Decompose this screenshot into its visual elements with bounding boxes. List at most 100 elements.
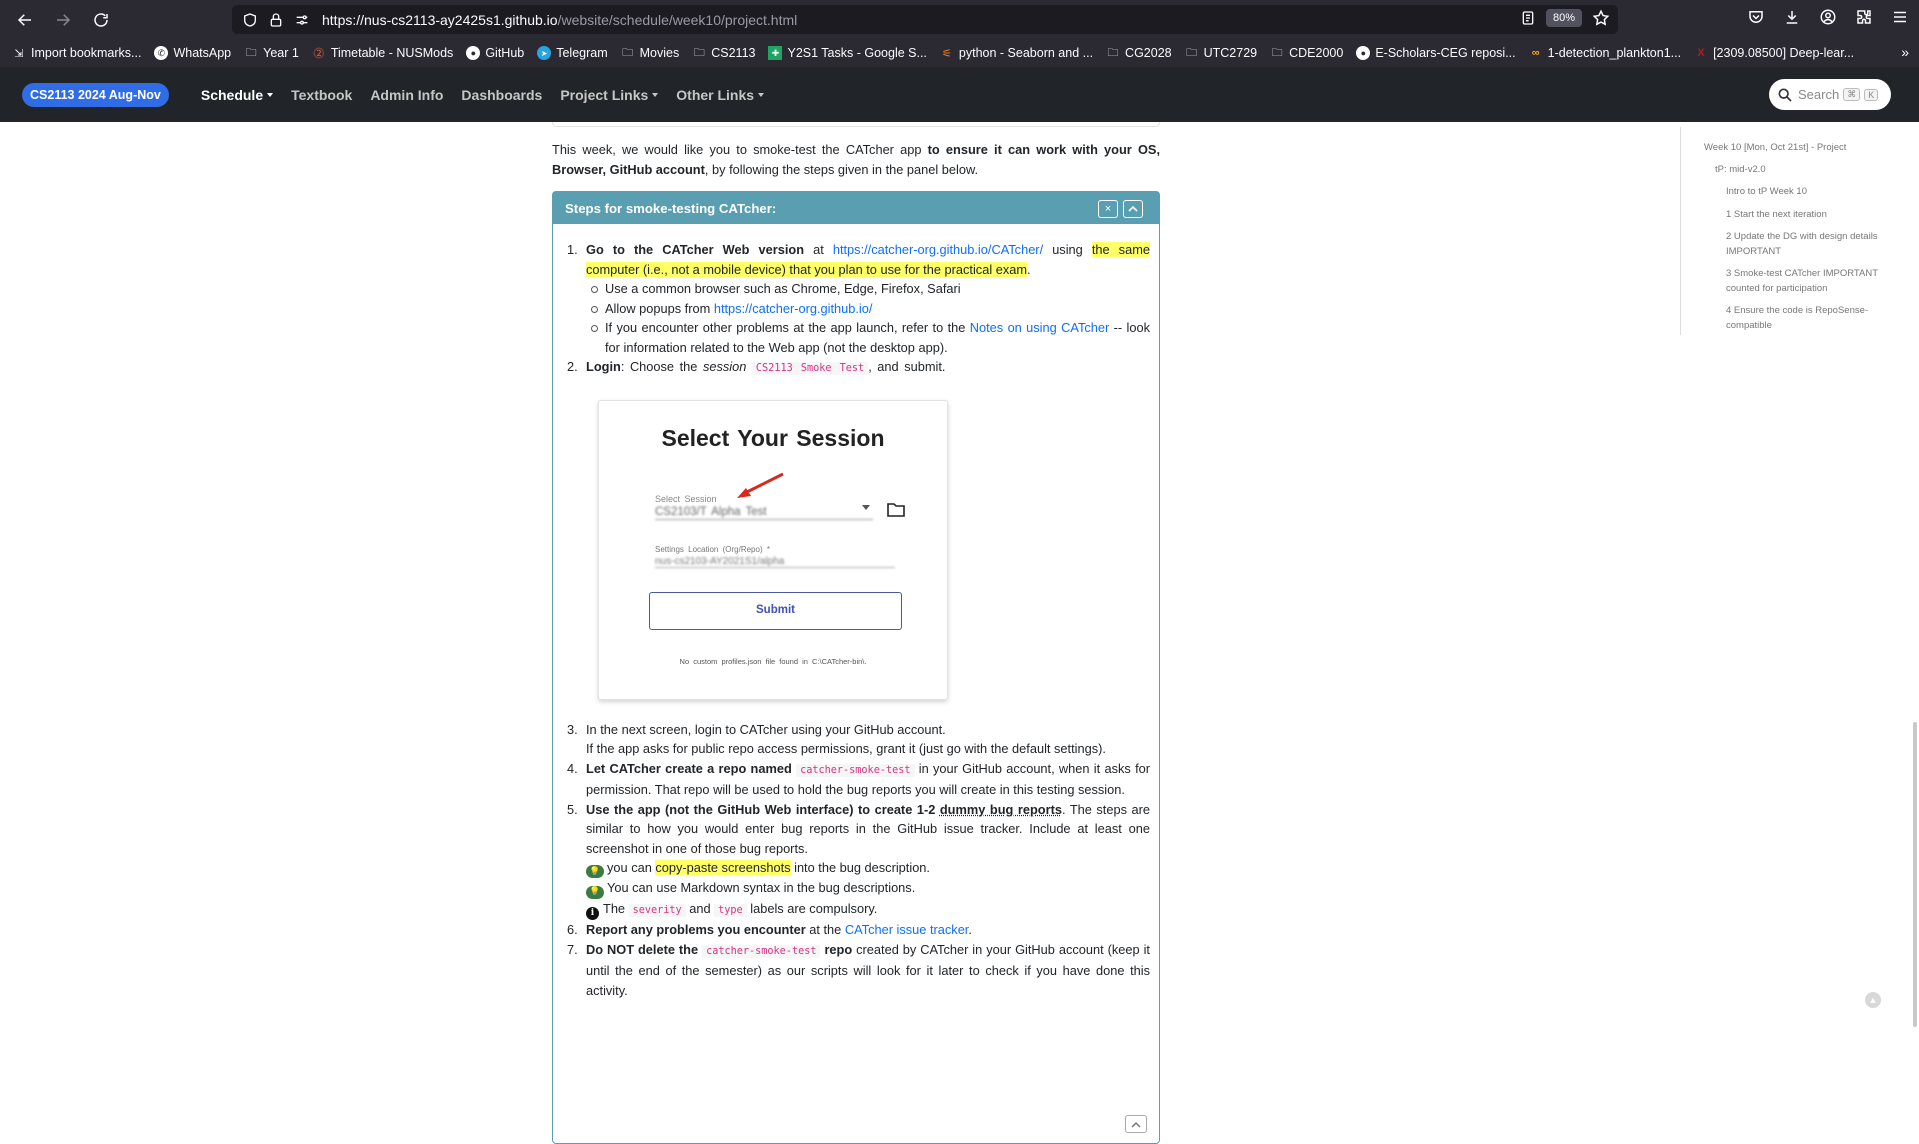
back-to-top-button[interactable]: ▲ <box>1865 992 1881 1008</box>
nusmods-icon: ⓶ <box>312 46 326 60</box>
github-icon: ● <box>466 46 480 60</box>
catcher-issue-tracker-link[interactable]: CATcher issue tracker <box>845 922 969 937</box>
step-1-sub-browser: Use a common browser such as Chrome, Edg… <box>605 279 1150 299</box>
folder-icon <box>887 502 905 517</box>
catcher-web-link[interactable]: https://catcher-org.github.io/CATcher/ <box>833 242 1043 257</box>
shortcut-key: ⌘ <box>1843 88 1860 101</box>
reload-icon <box>92 11 110 29</box>
bookmark-cs2113[interactable]: 🗀 CS2113 <box>692 46 755 60</box>
colab-icon: ∞ <box>1529 46 1543 60</box>
panel-close-button[interactable]: × <box>1098 200 1118 218</box>
pocket-icon[interactable] <box>1747 8 1765 31</box>
toc-item[interactable]: 2 Update the DG with design details IMPO… <box>1681 230 1881 259</box>
toc-item[interactable]: 1 Start the next iteration <box>1681 208 1910 223</box>
panel-collapse-button[interactable] <box>1123 200 1143 218</box>
bookmark-escholars[interactable]: ● E-Scholars-CEG reposi... <box>1356 46 1515 60</box>
step-4: 4. Let CATcher create a repo named catch… <box>586 759 1150 800</box>
nav-other-links[interactable]: Other Links <box>676 87 764 103</box>
url-text[interactable]: https://nus-cs2113-ay2425s1.github.io/we… <box>322 12 797 28</box>
lock-icon[interactable] <box>268 12 284 28</box>
nav-admin-info[interactable]: Admin Info <box>370 87 443 103</box>
tip-icon: 💡 <box>586 886 604 899</box>
session-select: CS2103/T Alpha Test <box>655 503 873 520</box>
downloads-icon[interactable] <box>1783 8 1801 31</box>
nav-schedule[interactable]: Schedule <box>201 87 273 103</box>
sheets-icon: ✚ <box>768 46 782 60</box>
bookmarks-overflow-icon[interactable]: » <box>1901 44 1909 60</box>
panel-body: 1. Go to the CATcher Web version at http… <box>586 240 1150 1000</box>
nav-project-links[interactable]: Project Links <box>560 87 658 103</box>
permissions-icon[interactable] <box>294 12 310 28</box>
page-scrollbar[interactable] <box>1913 722 1917 1027</box>
github-icon: ● <box>1356 46 1370 60</box>
smoke-test-panel: Steps for smoke-testing CATcher: × 1. Go… <box>552 191 1160 1144</box>
bookmark-nusmods[interactable]: ⓶ Timetable - NUSMods <box>312 46 454 60</box>
bookmark-import[interactable]: ⇲ Import bookmarks... <box>12 46 141 60</box>
select-session-screenshot: Select Your Session Select Session CS210… <box>598 400 948 700</box>
bookmark-plankton[interactable]: ∞ 1-detection_plankton1... <box>1529 46 1681 60</box>
folder-icon: 🗀 <box>1270 46 1284 60</box>
account-icon[interactable] <box>1819 8 1837 31</box>
whatsapp-icon: ✆ <box>154 46 168 60</box>
bookmark-cde2000[interactable]: 🗀 CDE2000 <box>1270 46 1343 60</box>
toc-item[interactable]: 3 Smoke-test CATcher IMPORTANT counted f… <box>1681 267 1881 296</box>
shortcut-key: K <box>1864 89 1878 101</box>
previous-panel-bottom <box>552 122 1160 127</box>
site-navbar: CS2113 2024 Aug-Nov Schedule Textbook Ad… <box>0 67 1919 122</box>
toc-item[interactable]: tP: mid-v2.0 <box>1681 163 1910 178</box>
toc-item[interactable]: 4 Ensure the code is RepoSense-compatibl… <box>1681 304 1881 333</box>
bookmark-movies[interactable]: 🗀 Movies <box>621 46 680 60</box>
step-1: 1. Go to the CATcher Web version at http… <box>586 240 1150 357</box>
settings-location-field: nus-cs2103-AY2021S1/alpha <box>655 552 895 568</box>
step-2: 2. Login: Choose the session CS2113 Smok… <box>586 357 1150 700</box>
bookmark-whatsapp[interactable]: ✆ WhatsApp <box>154 46 231 60</box>
folder-icon: 🗀 <box>1185 46 1199 60</box>
bookmark-arxiv[interactable]: X [2309.08500] Deep-lear... <box>1694 46 1854 60</box>
bookmark-telegram[interactable]: ➤ Telegram <box>537 46 607 60</box>
notes-catcher-link[interactable]: Notes on using CATcher <box>970 320 1110 335</box>
step-1-sub-popups: Allow popups from https://catcher-org.gi… <box>605 299 1150 319</box>
site-search-input[interactable]: Search ⌘ K <box>1769 79 1891 110</box>
page-content: This week, we would like you to smoke-te… <box>0 122 1919 1034</box>
catcher-org-link[interactable]: https://catcher-org.github.io/ <box>714 301 873 316</box>
toc-item[interactable]: Week 10 [Mon, Oct 21st] - Project <box>1681 141 1910 156</box>
bookmarks-bar: ⇲ Import bookmarks... ✆ WhatsApp 🗀 Year 1 ⓶… <box>0 39 1919 67</box>
extensions-icon[interactable] <box>1855 8 1873 31</box>
toc-item[interactable]: Intro to tP Week 10 <box>1681 185 1910 200</box>
app-menu-icon[interactable] <box>1891 8 1909 31</box>
session-code: CS2113 Smoke Test <box>752 362 868 375</box>
panel-title: Steps for smoke-testing CATcher: <box>565 201 776 216</box>
step-3: 3. In the next screen, login to CATcher … <box>586 720 1150 759</box>
step-7: 7. Do NOT delete the catcher-smoke-test … <box>586 940 1150 1001</box>
panel-header[interactable]: Steps for smoke-testing CATcher: <box>553 192 1159 224</box>
bookmark-star-icon[interactable] <box>1592 9 1610 27</box>
arrow-up-icon: ▲ <box>1869 995 1878 1005</box>
folder-icon: 🗀 <box>621 46 635 60</box>
dropdown-caret-icon <box>862 505 870 510</box>
panel-collapse-bottom-button[interactable] <box>1125 1115 1147 1133</box>
chevron-up-icon <box>1128 205 1138 213</box>
close-icon: × <box>1105 203 1111 215</box>
bookmark-github[interactable]: ● GitHub <box>466 46 524 60</box>
bookmark-cg2028[interactable]: 🗀 CG2028 <box>1106 46 1172 60</box>
forward-button[interactable] <box>48 5 78 35</box>
screenshot-submit-button: Submit <box>649 592 902 630</box>
nav-dashboards[interactable]: Dashboards <box>461 87 542 103</box>
bookmark-year1[interactable]: 🗀 Year 1 <box>244 46 299 60</box>
course-brand[interactable]: CS2113 2024 Aug-Nov <box>22 83 169 107</box>
url-bar[interactable]: https://nus-cs2113-ay2425s1.github.io/we… <box>232 5 1618 34</box>
folder-icon: 🗀 <box>244 46 258 60</box>
browser-toolbar: https://nus-cs2113-ay2425s1.github.io/we… <box>0 0 1919 39</box>
reader-view-icon[interactable] <box>1520 10 1536 26</box>
nav-textbook[interactable]: Textbook <box>291 87 352 103</box>
tracking-protection-icon[interactable] <box>242 12 258 28</box>
reload-button[interactable] <box>86 5 116 35</box>
bookmark-seaborn[interactable]: ⚟ python - Seaborn and ... <box>940 46 1093 60</box>
bookmark-y2s1-tasks[interactable]: ✚ Y2S1 Tasks - Google S... <box>768 46 926 60</box>
zoom-level-badge[interactable]: 80% <box>1546 9 1582 27</box>
stackoverflow-icon: ⚟ <box>940 46 954 60</box>
intro-paragraph: This week, we would like you to smoke-te… <box>552 140 1160 179</box>
bookmark-utc2729[interactable]: 🗀 UTC2729 <box>1185 46 1258 60</box>
back-button[interactable] <box>10 5 40 35</box>
tip-icon: 💡 <box>586 865 604 878</box>
